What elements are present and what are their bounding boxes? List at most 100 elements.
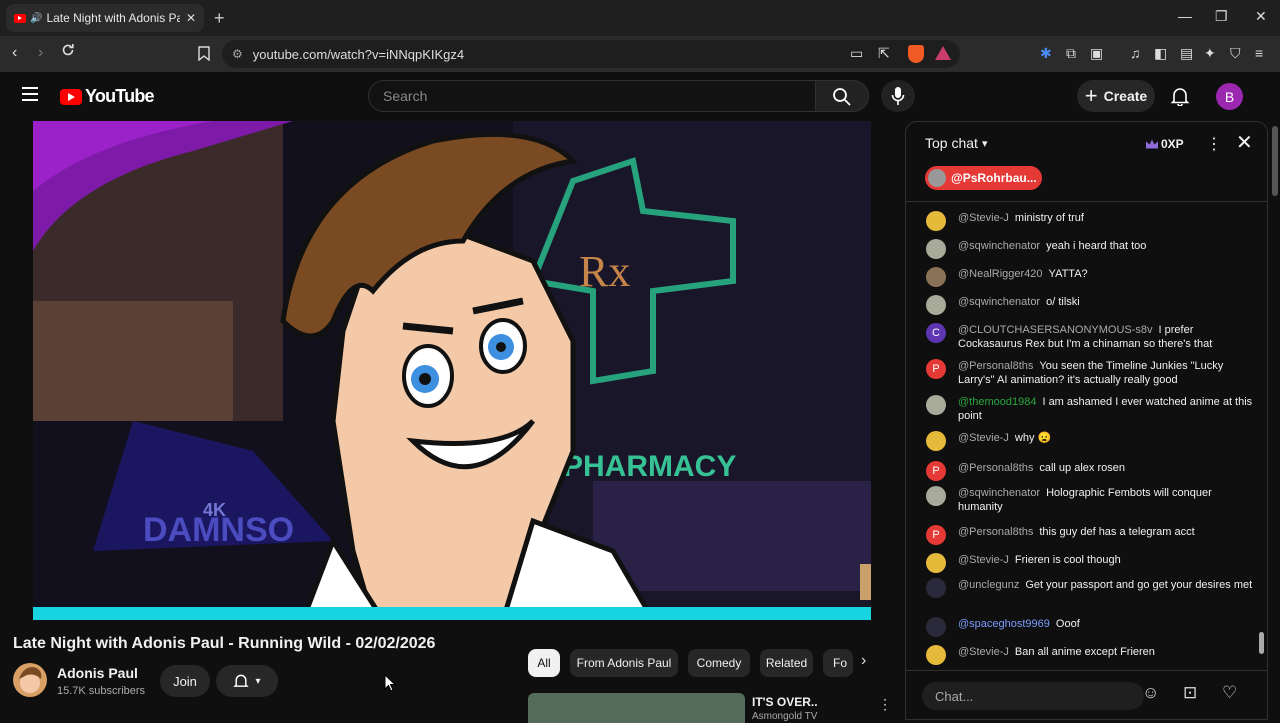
close-tab-icon[interactable]: ✕ <box>186 11 196 25</box>
minimize-button[interactable]: — <box>1178 8 1192 24</box>
chat-author[interactable]: @CLOUTCHASERSANONYMOUS-s8v <box>958 324 1153 336</box>
chat-avatar[interactable]: C <box>926 323 946 343</box>
chat-avatar[interactable]: P <box>926 461 946 481</box>
recommendation-more-icon[interactable]: ⋮ <box>878 696 892 713</box>
chat-scrollbar[interactable] <box>1256 202 1267 670</box>
chat-close-icon[interactable]: ✕ <box>1236 130 1253 155</box>
notifications-bell-icon[interactable] <box>1170 86 1190 111</box>
super-chat-icon[interactable]: ⊡ <box>1183 683 1197 703</box>
browser-tab[interactable]: 🔊 Late Night with Adonis Paul - ✕ <box>6 4 204 32</box>
chat-scroll-thumb[interactable] <box>1259 632 1264 654</box>
speaker-icon[interactable]: 🔊 <box>30 13 42 24</box>
chip-comedy[interactable]: Comedy <box>688 649 750 677</box>
heart-icon[interactable]: ♡ <box>1222 683 1237 703</box>
chat-author[interactable]: @NealRigger420 <box>958 268 1043 280</box>
chip-more[interactable]: Fo <box>823 649 853 677</box>
chat-author[interactable]: @Stevie-J <box>958 554 1009 566</box>
chip-related[interactable]: Related <box>760 649 813 677</box>
chat-avatar[interactable] <box>926 395 946 415</box>
chat-message: @unclegunz Get your passport and go get y… <box>926 578 1256 598</box>
recommendation-title[interactable]: IT'S OVER.. <box>752 695 818 709</box>
share-icon[interactable]: ⇱ <box>878 45 890 62</box>
chat-avatar[interactable] <box>926 295 946 315</box>
chat-author[interactable]: @Personal8ths <box>958 462 1033 474</box>
chat-author[interactable]: @Stevie-J <box>958 646 1009 658</box>
search-input[interactable]: Search <box>368 80 816 112</box>
wallet-icon[interactable]: ▣ <box>1090 45 1103 62</box>
youtube-logo[interactable]: YouTube <box>60 86 155 107</box>
sidebar-icon[interactable]: ◧ <box>1154 45 1167 62</box>
chip-all[interactable]: All <box>528 649 560 677</box>
voice-search-button[interactable] <box>881 80 915 112</box>
chat-avatar[interactable] <box>926 578 946 598</box>
page-scroll-thumb[interactable] <box>1272 126 1278 196</box>
join-button[interactable]: Join <box>160 665 210 697</box>
channel-name[interactable]: Adonis Paul <box>57 665 138 681</box>
reload-icon[interactable] <box>61 43 75 62</box>
forward-icon[interactable]: › <box>38 44 43 62</box>
url-text: youtube.com/watch?v=iNNqpKIKgz4 <box>252 46 465 62</box>
bookmark-icon[interactable] <box>198 46 210 66</box>
video-player[interactable]: Rx PHARMACY DAMNSO 4K <box>33 121 871 620</box>
search-button[interactable] <box>815 80 869 112</box>
chat-message: C @CLOUTCHASERSANONYMOUS-s8v I prefer Cock… <box>926 323 1256 351</box>
chat-avatar[interactable] <box>926 553 946 573</box>
extension-vpn-icon[interactable]: ✱ <box>1040 45 1052 62</box>
plus-icon: + <box>1084 83 1098 108</box>
emoji-icon[interactable]: ☺ <box>1142 683 1159 703</box>
chat-input[interactable]: Chat... <box>922 682 1144 710</box>
chat-avatar[interactable] <box>926 211 946 231</box>
chat-avatar[interactable]: P <box>926 525 946 545</box>
chat-author[interactable]: @sqwinchenator <box>958 296 1040 308</box>
brave-rewards-icon[interactable] <box>935 46 951 60</box>
top-chat-dropdown[interactable]: Top chat ▾ <box>925 135 987 151</box>
close-window-button[interactable]: ✕ <box>1255 8 1267 25</box>
cast-icon[interactable]: ▭ <box>850 45 863 62</box>
leo-ai-icon[interactable]: ✦ <box>1204 45 1216 62</box>
chat-avatar[interactable] <box>926 267 946 287</box>
new-tab-button[interactable]: + <box>214 8 225 29</box>
back-icon[interactable]: ‹ <box>12 44 17 62</box>
chat-author[interactable]: @spaceghost9969 <box>958 618 1050 630</box>
chat-avatar[interactable] <box>926 486 946 506</box>
chat-avatar[interactable] <box>926 239 946 259</box>
menu-icon[interactable]: ≡ <box>1255 45 1263 61</box>
4k-badge-text: 4K <box>203 500 226 520</box>
youtube-favicon-icon <box>14 13 26 23</box>
brave-shield-icon[interactable] <box>908 45 924 63</box>
rx-sign-text: Rx <box>579 247 630 296</box>
chat-author[interactable]: @Personal8ths <box>958 526 1033 538</box>
notification-settings-button[interactable]: ▾ <box>216 665 278 697</box>
pinned-user-chip[interactable]: @PsRohrbau... <box>925 166 1042 190</box>
chip-from-adonis-paul[interactable]: From Adonis Paul <box>570 649 678 677</box>
chat-author[interactable]: @Stevie-J <box>958 432 1009 444</box>
browser-toolbar: ‹ › ⚙ youtube.com/watch?v=iNNqpKIKgz4 ▭ … <box>0 36 1280 72</box>
chat-avatar[interactable] <box>926 645 946 665</box>
bell-icon <box>233 674 250 687</box>
chat-message: @themood1984 I am ashamed I ever watched … <box>926 395 1256 423</box>
chips-next-chevron-icon[interactable]: › <box>861 652 881 674</box>
xp-badge[interactable]: 0XP <box>1146 134 1184 154</box>
account-avatar[interactable]: B <box>1216 83 1243 110</box>
chat-avatar[interactable]: P <box>926 359 946 379</box>
chat-author[interactable]: @themood1984 <box>958 396 1036 408</box>
chat-avatar[interactable] <box>926 617 946 637</box>
chat-author[interactable]: @Stevie-J <box>958 212 1009 224</box>
media-icon[interactable]: ♫ <box>1130 45 1141 61</box>
chat-author[interactable]: @Personal8ths <box>958 360 1033 372</box>
wallet-extension-icon[interactable]: ▤ <box>1180 45 1193 62</box>
chat-more-options-icon[interactable]: ⋮ <box>1206 134 1222 154</box>
extensions-icon[interactable]: ⧉ <box>1066 45 1076 62</box>
chat-author[interactable]: @unclegunz <box>958 579 1019 591</box>
vpn-icon[interactable]: ⛉ <box>1230 45 1241 62</box>
site-info-icon[interactable]: ⚙ <box>232 47 243 61</box>
channel-avatar[interactable] <box>13 663 47 697</box>
hamburger-menu-icon[interactable] <box>22 87 38 101</box>
chat-message: P @Personal8ths You seen the Timeline Junk… <box>926 359 1256 387</box>
create-button[interactable]: + Create <box>1077 80 1155 112</box>
chat-author[interactable]: @sqwinchenator <box>958 487 1040 499</box>
chat-avatar[interactable] <box>926 431 946 451</box>
restore-button[interactable]: ❐ <box>1215 8 1228 25</box>
recommendation-thumbnail[interactable] <box>528 693 745 723</box>
chat-author[interactable]: @sqwinchenator <box>958 240 1040 252</box>
